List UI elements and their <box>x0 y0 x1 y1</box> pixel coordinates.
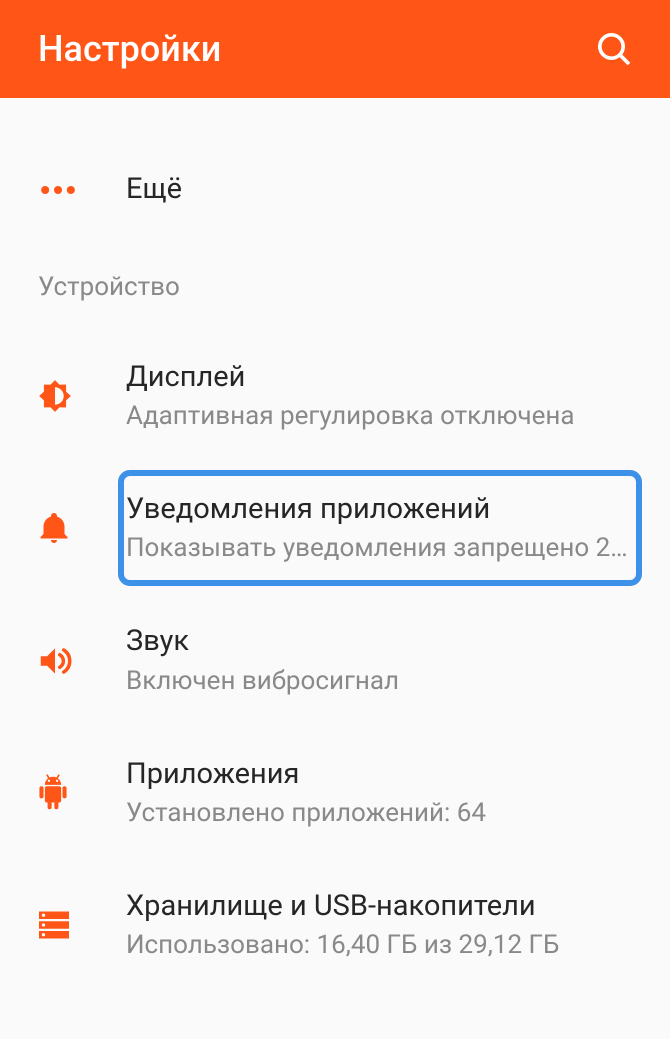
settings-item-sound[interactable]: Звук Включен вибросигнал <box>0 604 670 716</box>
section-header-device: Устройство <box>0 230 670 332</box>
app-header: Настройки <box>0 0 670 98</box>
storage-icon <box>36 907 72 943</box>
page-title: Настройки <box>38 28 221 70</box>
more-label: Ещё <box>126 170 634 209</box>
brightness-icon <box>36 377 74 415</box>
volume-icon <box>36 642 74 680</box>
item-subtitle: Адаптивная регулировка отключена <box>126 399 634 434</box>
settings-item-apps[interactable]: Приложения Установлено приложений: 64 <box>0 737 670 849</box>
search-icon <box>594 29 634 69</box>
more-horizontal-icon <box>36 168 80 212</box>
item-title: Дисплей <box>126 358 634 397</box>
item-subtitle: Использовано: 16,40 ГБ из 29,12 ГБ <box>126 928 634 963</box>
apps-icon-box <box>36 774 126 812</box>
bell-icon <box>36 510 72 546</box>
settings-item-storage[interactable]: Хранилище и USB-накопители Использовано:… <box>0 869 670 981</box>
more-icon-box <box>36 168 126 212</box>
android-icon <box>36 774 70 812</box>
item-title: Приложения <box>126 755 634 794</box>
item-subtitle: Включен вибросигнал <box>126 664 634 699</box>
notifications-icon-box <box>36 510 126 546</box>
display-icon-box <box>36 377 126 415</box>
item-title: Уведомления приложений <box>126 490 634 529</box>
settings-item-display[interactable]: Дисплей Адаптивная регулировка отключена <box>0 340 670 452</box>
storage-icon-box <box>36 907 126 943</box>
settings-content: Ещё Устройство Дисплей Адаптивная регули… <box>0 98 670 981</box>
device-items: Дисплей Адаптивная регулировка отключена… <box>0 332 670 981</box>
item-subtitle: Установлено приложений: 64 <box>126 796 634 831</box>
settings-item-notifications[interactable]: Уведомления приложений Показывать уведом… <box>0 472 670 584</box>
item-title: Звук <box>126 622 634 661</box>
search-button[interactable] <box>594 29 634 69</box>
item-subtitle: Показывать уведомления запрещено 2… <box>126 531 634 566</box>
item-title: Хранилище и USB-накопители <box>126 887 634 926</box>
settings-item-more[interactable]: Ещё <box>0 150 670 230</box>
sound-icon-box <box>36 642 126 680</box>
